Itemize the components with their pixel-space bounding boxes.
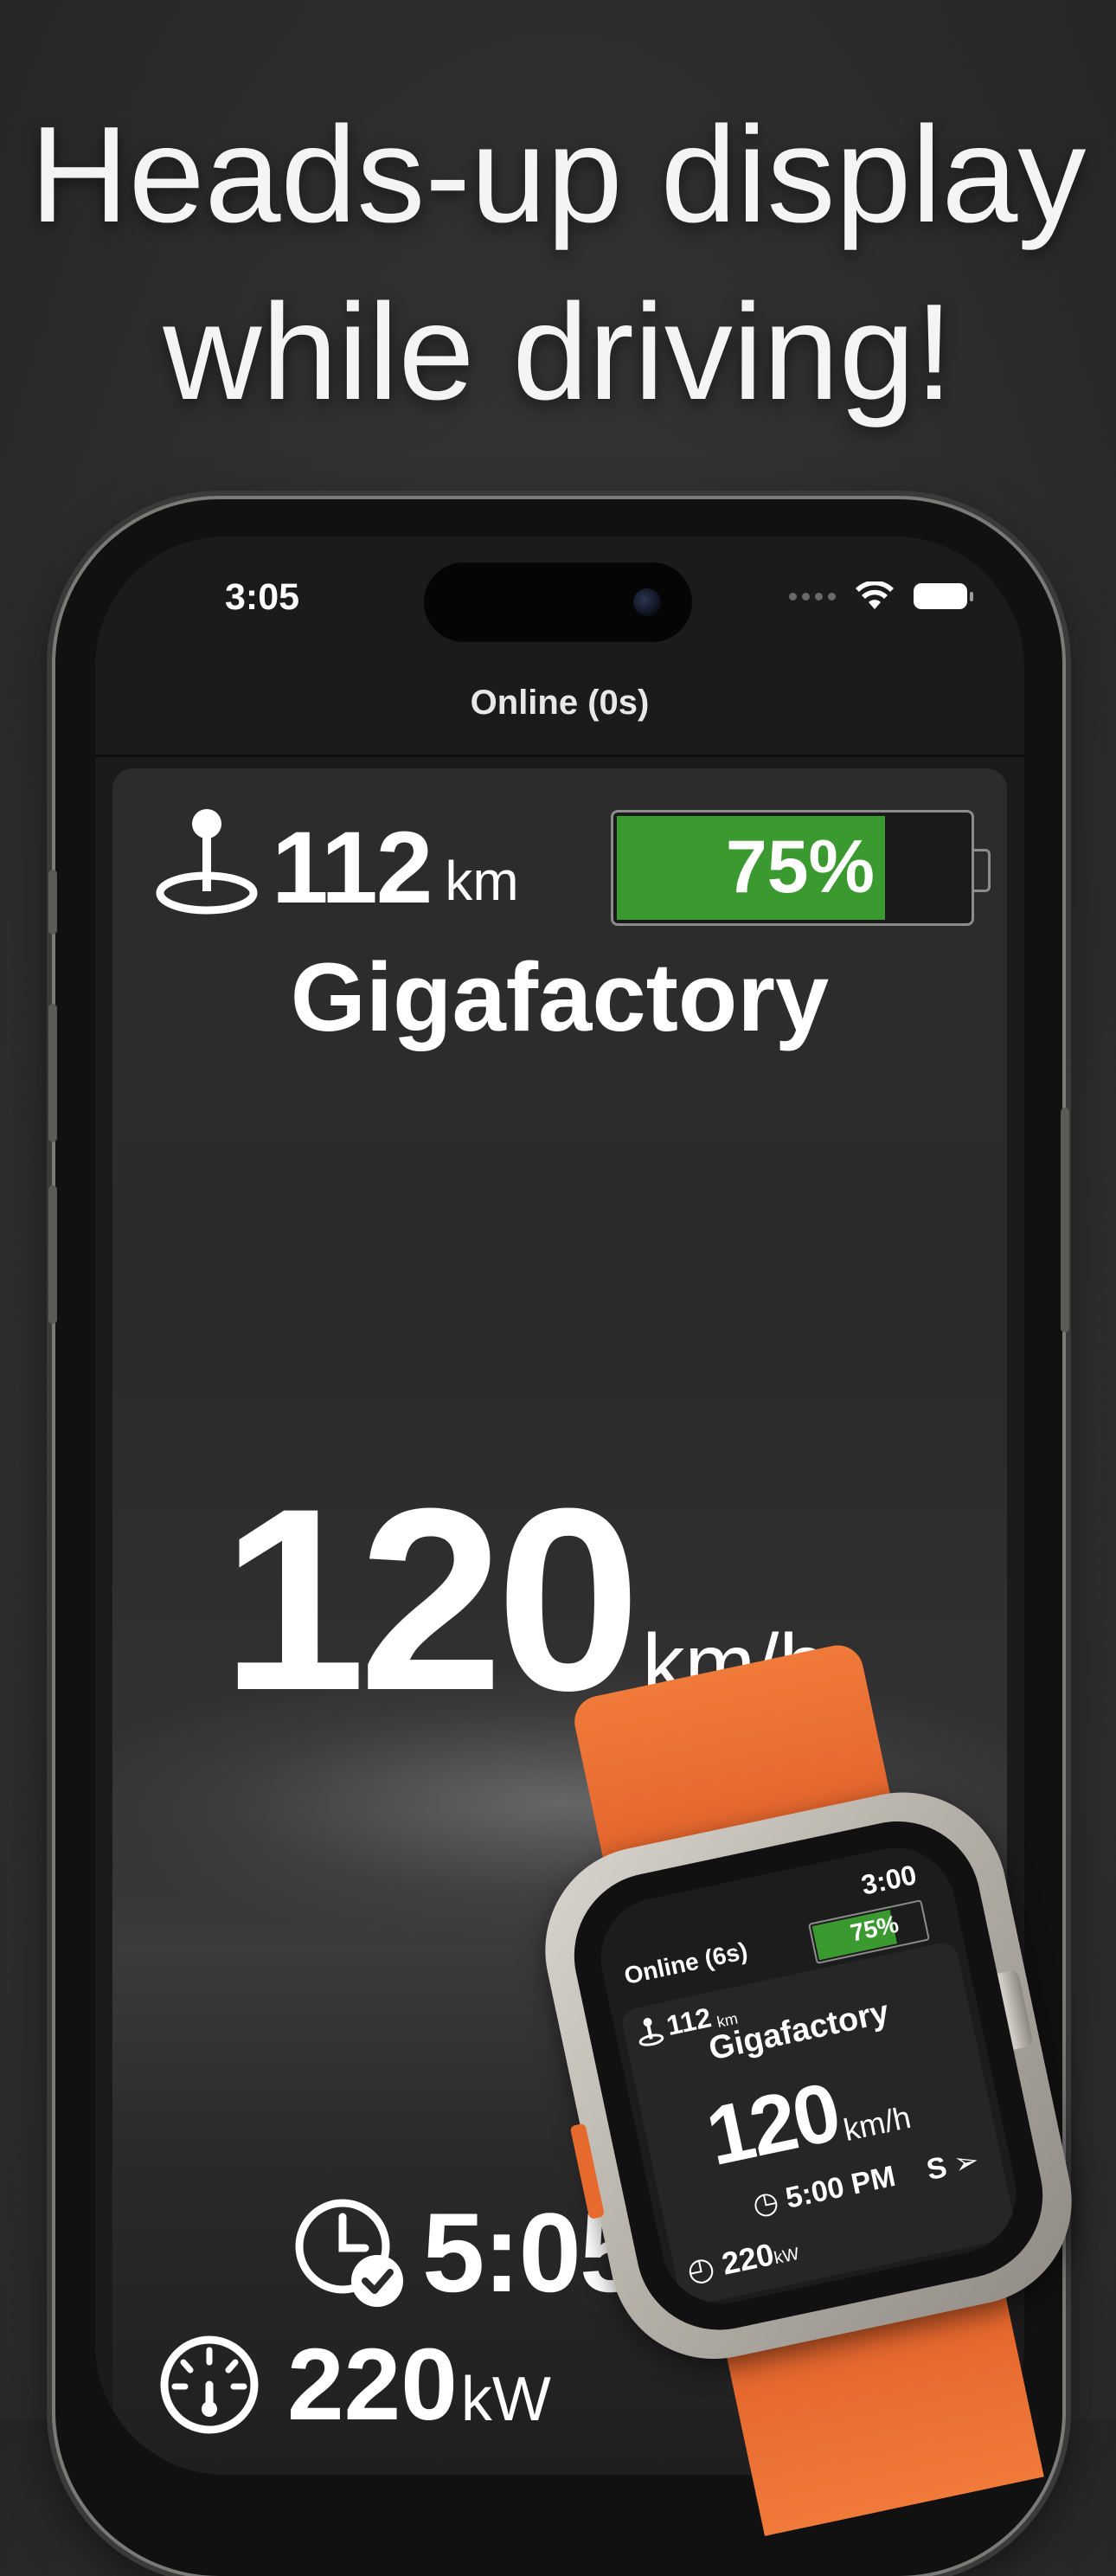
distance-remaining: 112 km [156,803,519,925]
watch-speed-unit: km/h [840,2098,914,2149]
connection-status: Online (0s) [470,684,650,722]
watch-power-unit: kW [772,2244,801,2269]
watch-arrival-value: 5:00 PM [782,2159,899,2215]
watch-heading: S ➢ [924,2142,983,2187]
power-output: 220 kW [157,2326,551,2444]
destination-name: Gigafactory [290,943,830,1051]
battery-percent: 75% [725,825,875,909]
front-camera-icon [633,588,661,616]
watch-time: 3:00 [858,1859,920,1901]
distance-value: 112 [272,811,433,925]
location-pin-icon [156,809,258,915]
divider [95,755,1024,757]
watch-page-indicator [838,2289,865,2303]
dynamic-island [424,562,692,642]
watch-display: 3:00 Online (6s) 75% 112 km Gigafactory … [589,1836,1028,2315]
speed-value: 120 [221,1454,641,1744]
watch-power-value: 220 [718,2236,778,2282]
power-button [1061,1108,1069,1333]
headline-line-1: Heads-up display [29,99,1087,251]
volume-up-button [48,1004,57,1142]
status-battery-icon [914,583,973,609]
watch-connection-status: Online (6s) [621,1937,750,1990]
watch-dashboard-card: 112 km Gigafactory 120 km/h ◷ 5:00 PM S … [619,1940,1018,2308]
distance-unit: km [445,850,519,912]
clock-check-icon [295,2199,403,2307]
status-icons [789,581,973,611]
watch-speed-value: 120 [698,2065,846,2184]
status-time: 3:05 [225,576,300,618]
wifi-icon [856,581,894,609]
headline: Heads-up display while driving! [0,87,1116,441]
watch-power: ◴ 220kW [683,2231,801,2290]
watch-speed: 120 km/h [698,2059,914,2184]
battery-tip [974,849,991,892]
cellular-dots-icon [789,592,836,601]
headline-line-2: while driving! [163,276,953,428]
power-value: 220 [287,2328,458,2442]
volume-down-button [48,1185,57,1324]
gauge-icon [160,2335,259,2434]
action-button [48,870,57,935]
watch-heading-value: S [923,2150,950,2187]
battery-gauge: 75% [611,810,991,926]
navigation-arrow-icon: ➢ [951,2143,982,2181]
power-unit: kW [460,2365,551,2434]
